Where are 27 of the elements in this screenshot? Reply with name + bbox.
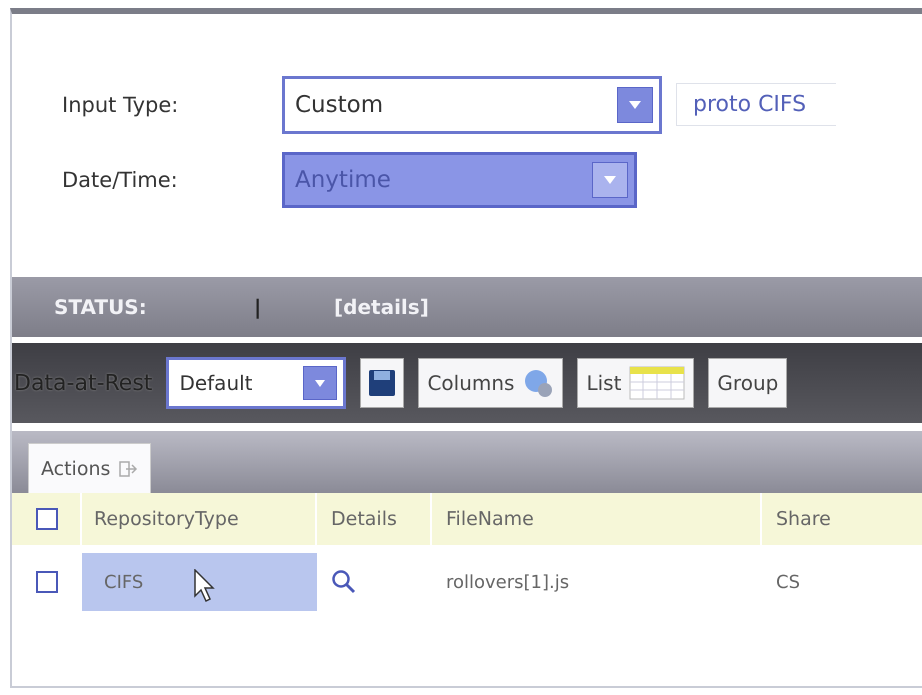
field-label: Input Type: <box>62 92 180 116</box>
table-cell: CS <box>776 572 800 592</box>
checkbox[interactable] <box>36 571 58 593</box>
field-label: Date/Time: <box>62 168 179 192</box>
save-button[interactable] <box>360 358 404 408</box>
list-button[interactable]: List <box>577 358 694 408</box>
search-icon[interactable] <box>331 569 357 595</box>
column-header[interactable]: FileName <box>446 508 534 530</box>
pointer-cursor-icon <box>194 569 216 603</box>
filter-tag: proto CIFS <box>676 83 836 126</box>
table-cell[interactable]: CIFS <box>82 553 317 611</box>
caret-icon <box>617 86 653 122</box>
export-icon <box>118 460 138 478</box>
table-grid-icon <box>629 366 686 400</box>
view-dropdown[interactable]: Default <box>166 357 346 409</box>
caret-icon <box>592 162 628 198</box>
column-header[interactable]: Share <box>776 508 831 530</box>
actions-button[interactable]: Actions <box>28 443 152 493</box>
dropdown[interactable]: Custom <box>282 76 662 134</box>
table-cell: rollovers[1].js <box>446 572 570 592</box>
status-separator: | <box>254 295 262 319</box>
status-label: STATUS: <box>54 295 148 319</box>
group-button[interactable]: Group <box>708 358 788 408</box>
details-link[interactable]: [details] <box>334 295 429 319</box>
checkbox[interactable] <box>36 508 58 530</box>
caret-icon <box>303 366 338 400</box>
columns-button[interactable]: Columns <box>418 358 564 408</box>
